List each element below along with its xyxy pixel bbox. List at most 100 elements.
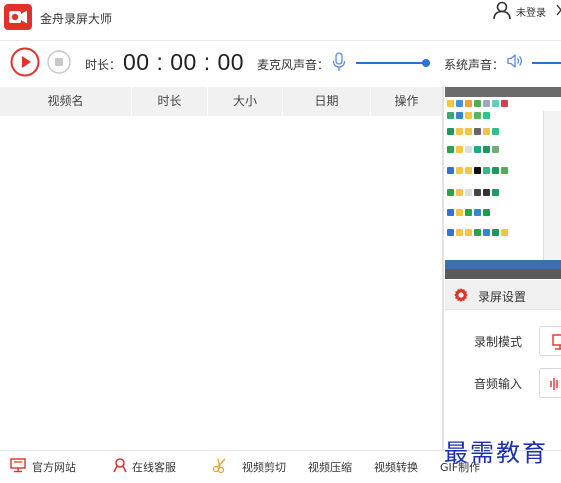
desktop-icon [465,167,472,174]
monitor-icon [552,334,561,350]
desktop-icon [447,209,454,216]
online-support-link[interactable]: 在线客服 [132,459,176,475]
column-header-duration[interactable]: 时长 [132,87,208,116]
desktop-icon [492,146,499,153]
speaker-icon[interactable] [506,52,524,70]
desktop-icon [492,229,499,236]
desktop-icon [492,128,499,135]
desktop-icon [501,100,508,107]
desktop-icon [456,189,463,196]
desktop-icon [447,167,454,174]
desktop-icon [456,167,463,174]
record-button[interactable] [10,47,40,77]
preview-bottom-bar [445,269,561,279]
record-mode-button[interactable] [539,326,561,356]
desktop-icon [465,100,472,107]
desktop-icon [465,189,472,196]
desktop-icon [447,229,454,236]
column-header-size[interactable]: 大小 [208,87,283,116]
video-convert-button[interactable]: 视频转换 [374,459,418,475]
desktop-icon [447,100,454,107]
desktop-icon [474,128,481,135]
desktop-icon [492,100,499,107]
desktop-icon [501,167,508,174]
desktop-icon [465,209,472,216]
monitor-icon [10,457,26,473]
microphone-icon[interactable] [332,52,346,72]
settings-body: 录制模式 音频输入 [445,310,561,450]
desktop-icon [447,146,454,153]
app-title: 金舟录屏大师 [40,12,113,26]
desktop-icon [483,100,490,107]
desktop-icon [501,229,508,236]
desktop-icon [483,167,490,174]
duration-timer: 00 : 00 : 00 [123,49,245,75]
audio-wave-icon [550,378,558,390]
settings-header: 录屏设置 [445,280,561,310]
preview-app-window [543,111,561,261]
audio-input-button[interactable] [539,368,561,398]
panel-divider[interactable] [442,87,444,450]
desktop-icon [474,189,481,196]
system-volume-slider[interactable] [532,61,561,65]
scissors-icon [212,457,228,474]
desktop-icon [474,100,481,107]
desktop-icon [474,209,481,216]
title-bar: 金舟录屏大师 未登录 [0,0,561,36]
app-window: 金舟录屏大师 未登录 时长： 00: 00: 00 麦克风声音： 系统声音：… [0,0,561,483]
desktop-icon [456,100,463,107]
system-slider-track [532,62,561,64]
column-header-name[interactable]: 视频名 [0,87,132,116]
settings-title: 录屏设置 [478,290,527,304]
desktop-icon [456,146,463,153]
official-website-link[interactable]: 官方网站 [32,459,76,475]
user-service-icon [112,457,128,473]
mic-slider-thumb[interactable] [422,59,430,67]
desktop-icon [483,209,490,216]
desktop-icon [447,189,454,196]
system-volume-label: 系统声音： [444,58,505,72]
video-compress-button[interactable]: 视频压缩 [308,459,352,475]
mic-volume-slider[interactable] [356,59,430,67]
menu-icon[interactable] [555,2,561,16]
video-table-header: 视频名 时长 大小 日期 操作 [0,87,444,116]
desktop-icon [456,229,463,236]
desktop-icon [474,229,481,236]
desktop-icon [483,146,490,153]
gear-icon [453,287,469,303]
preview-taskbar [445,260,561,269]
desktop-icon [465,146,472,153]
desktop-icon [456,112,463,119]
column-header-actions[interactable]: 操作 [371,87,442,116]
desktop-icon [474,112,481,119]
screen-preview [445,87,561,279]
desktop-icon [492,189,499,196]
desktop-icon [483,112,490,119]
desktop-icon [474,146,481,153]
desktop-icon [447,128,454,135]
stop-button[interactable] [47,50,71,74]
desktop-icon [483,229,490,236]
recording-toolbar: 时长： 00 : 00 : 00 麦克风声音： 系统声音： [0,41,561,85]
mic-volume-label: 麦克风声音： [257,58,330,72]
record-mode-label: 录制模式 [474,335,523,349]
duration-label: 时长： [85,58,122,72]
record-settings-panel: 录屏设置 录制模式 音频输入 [445,280,561,450]
mic-slider-track [356,62,430,64]
preview-top-bar [445,87,561,97]
desktop-icon [483,189,490,196]
audio-input-label: 音频输入 [474,377,523,391]
watermark-text: 最需教育 [444,439,548,467]
desktop-icon [465,112,472,119]
user-icon[interactable] [492,1,512,20]
desktop-icon [456,128,463,135]
desktop-icon [465,229,472,236]
desktop-icon [474,167,481,174]
desktop-icon [483,128,490,135]
login-link[interactable]: 未登录 [516,4,546,19]
desktop-icon [465,128,472,135]
column-header-date[interactable]: 日期 [283,87,371,116]
desktop-icon [447,112,454,119]
video-cut-button[interactable]: 视频剪切 [242,459,286,475]
video-list [0,116,442,450]
